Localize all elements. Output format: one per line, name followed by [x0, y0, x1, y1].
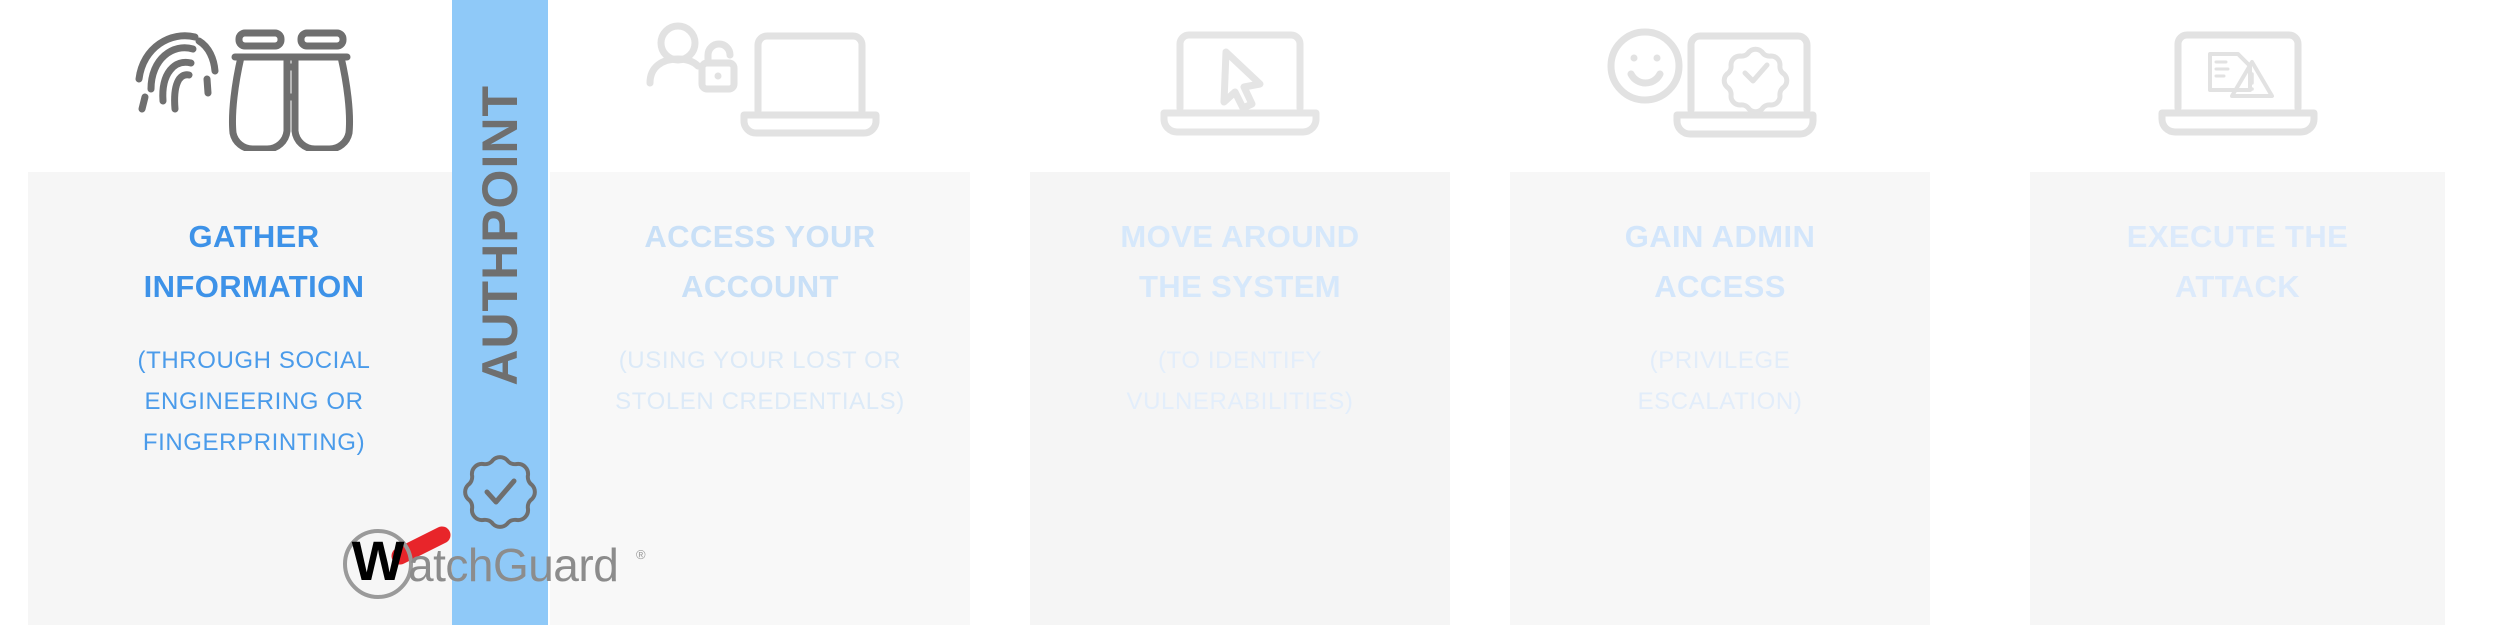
step-4-icon-slot [1510, 0, 1930, 172]
step-2-title: ACCESS YOUR ACCOUNT [644, 219, 876, 304]
step-2-text: ACCESS YOUR ACCOUNT (USING YOUR LOST OR … [550, 212, 970, 422]
step-2-subtitle: (USING YOUR LOST OR STOLEN CREDENTIALS) [615, 347, 905, 415]
step-4-subtitle: (PRIVILEGE ESCALATION) [1637, 347, 1803, 415]
watchguard-logo: W atchGuard ® [336, 524, 666, 602]
smiley-laptop-verified-badge-icon [1605, 26, 1835, 146]
step-1-subtitle: (THROUGH SOCIAL ENGINEERING OR FINGERPRI… [137, 347, 371, 456]
authpoint-seal-check-icon [460, 452, 540, 532]
step-1-text: GATHER INFORMATION (THROUGH SOCIAL ENGIN… [28, 212, 480, 463]
step-3-text: MOVE AROUND THE SYSTEM (TO IDENTIFY VULN… [1030, 212, 1450, 422]
step-1-icon-slot [28, 0, 480, 172]
step-3-subtitle: (TO IDENTIFY VULNERABILITIES) [1126, 347, 1354, 415]
laptop-file-warning-icon [2148, 26, 2328, 146]
step-1-title: GATHER INFORMATION [143, 219, 365, 304]
fingerprint-binoculars-icon [129, 21, 379, 151]
watchguard-registered-mark: ® [636, 547, 646, 562]
step-4-text: GAIN ADMIN ACCESS (PRIVILEGE ESCALATION) [1510, 212, 1930, 422]
step-3-title: MOVE AROUND THE SYSTEM [1120, 219, 1360, 304]
step-3-icon-slot [1030, 0, 1450, 172]
user-unlocked-padlock-laptop-icon [640, 21, 880, 151]
step-5-title: EXECUTE THE ATTACK [2126, 219, 2349, 304]
watchguard-w-letter: W [352, 529, 405, 592]
step-5-text: EXECUTE THE ATTACK [2030, 212, 2445, 340]
attack-chain-infographic: GATHER INFORMATION (THROUGH SOCIAL ENGIN… [0, 0, 2500, 625]
authpoint-label-text: AUTHPOINT [472, 84, 528, 386]
laptop-cursor-icon [1150, 26, 1330, 146]
step-5-icon-slot [2030, 0, 2445, 172]
watchguard-wordmark: atchGuard [408, 539, 618, 591]
authpoint-label: AUTHPOINT [452, 0, 548, 470]
step-2-icon-slot [550, 0, 970, 172]
step-4-title: GAIN ADMIN ACCESS [1624, 219, 1816, 304]
